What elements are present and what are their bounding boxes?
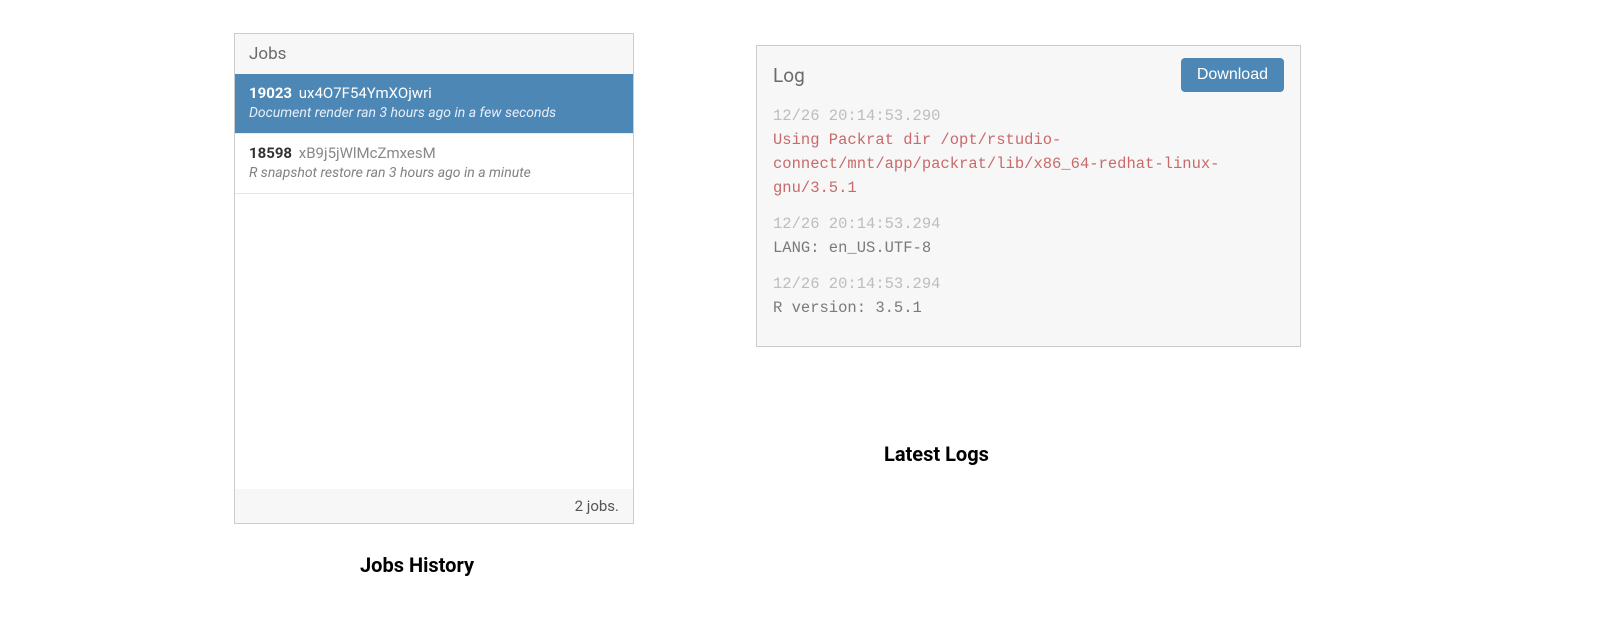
job-subtitle: Document render ran 3 hours ago in a few… [249, 105, 619, 121]
log-header: Log Download [773, 58, 1284, 92]
log-entry: 12/26 20:14:53.294 LANG: en_US.UTF-8 [773, 212, 1284, 260]
jobs-list: 19023 ux4O7F54YmXOjwri Document render r… [235, 74, 633, 489]
log-message: R version: 3.5.1 [773, 296, 1284, 320]
job-item[interactable]: 19023 ux4O7F54YmXOjwri Document render r… [235, 74, 633, 134]
jobs-caption: Jobs History [360, 553, 474, 577]
log-panel-title: Log [773, 64, 805, 87]
download-button[interactable]: Download [1181, 58, 1284, 92]
job-hash: xB9j5jWlMcZmxesM [299, 144, 436, 162]
log-timestamp: 12/26 20:14:53.290 [773, 104, 1284, 128]
jobs-footer: 2 jobs. [235, 489, 633, 523]
log-message: Using Packrat dir /opt/rstudio-connect/m… [773, 128, 1284, 200]
log-timestamp: 12/26 20:14:53.294 [773, 272, 1284, 296]
log-entry: 12/26 20:14:53.294 R version: 3.5.1 [773, 272, 1284, 320]
jobs-panel-title: Jobs [235, 34, 633, 74]
log-body: 12/26 20:14:53.290 Using Packrat dir /op… [773, 104, 1284, 320]
job-id: 19023 [249, 84, 292, 102]
log-message: LANG: en_US.UTF-8 [773, 236, 1284, 260]
job-title: 18598 xB9j5jWlMcZmxesM [249, 144, 619, 162]
job-item[interactable]: 18598 xB9j5jWlMcZmxesM R snapshot restor… [235, 134, 633, 194]
job-id: 18598 [249, 144, 292, 162]
jobs-panel: Jobs 19023 ux4O7F54YmXOjwri Document ren… [234, 33, 634, 524]
job-subtitle: R snapshot restore ran 3 hours ago in a … [249, 165, 619, 181]
logs-caption: Latest Logs [884, 442, 989, 466]
job-title: 19023 ux4O7F54YmXOjwri [249, 84, 619, 102]
log-entry: 12/26 20:14:53.290 Using Packrat dir /op… [773, 104, 1284, 200]
log-timestamp: 12/26 20:14:53.294 [773, 212, 1284, 236]
job-hash: ux4O7F54YmXOjwri [299, 84, 432, 102]
log-panel: Log Download 12/26 20:14:53.290 Using Pa… [756, 45, 1301, 347]
